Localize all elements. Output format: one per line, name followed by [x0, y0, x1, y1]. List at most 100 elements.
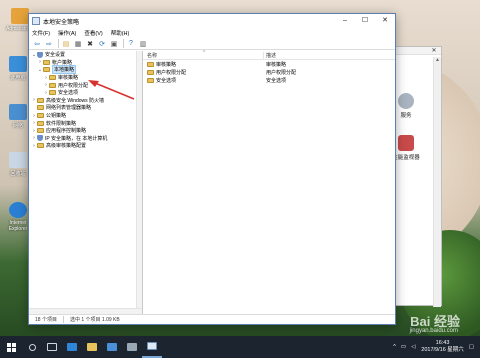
watermark-url: jingyan.baidu.com [409, 328, 458, 334]
tree-item-label: 安全设置 [45, 52, 66, 59]
taskbar-edge-button[interactable] [62, 336, 82, 358]
properties-icon[interactable]: ▦ [73, 39, 83, 49]
refresh-icon[interactable]: ⟳ [97, 39, 107, 49]
taskbar-admin-tools-button[interactable] [122, 336, 142, 358]
export-icon[interactable]: ▣ [109, 39, 119, 49]
taskbar-task-view-button[interactable] [42, 336, 62, 358]
folder-icon [147, 77, 154, 83]
menubar: 文件(F) 操作(A) 查看(V) 帮助(H) [29, 28, 395, 38]
tree-item-label: IP 安全策略，在 本地计算机 [45, 135, 108, 142]
clock-date: 2017/9/16 星期六 [421, 347, 464, 353]
tree-item-software-restriction[interactable]: › 软件限制策略 [29, 119, 142, 127]
folder-icon [37, 105, 44, 111]
taskbar-clock[interactable]: 16:43 2017/9/16 星期六 [421, 340, 464, 354]
menu-help[interactable]: 帮助(H) [111, 29, 130, 37]
file-explorer-icon [87, 343, 97, 351]
list-row[interactable]: 安全选项 安全选项 [143, 76, 395, 84]
local-security-policy-window[interactable]: 本地安全策略 – ☐ ✕ 文件(F) 操作(A) 查看(V) 帮助(H) ⇦ ⇨… [28, 13, 396, 325]
list-row[interactable]: 审核策略 审核策略 [143, 60, 395, 68]
tree-item-advanced-audit[interactable]: › 高级审核策略配置 [29, 142, 142, 150]
back-arrow-icon[interactable]: ⇦ [32, 39, 42, 49]
background-window-scrollbar[interactable]: ▲ [433, 57, 441, 307]
maximize-button[interactable]: ☐ [355, 14, 375, 28]
services-gear-icon [398, 93, 414, 109]
status-item-count: 18 个项目 [35, 317, 57, 323]
tree-item-public-key[interactable]: › 公钥策略 [29, 112, 142, 120]
list-row-name: 审核策略 [156, 61, 177, 68]
details-list[interactable]: 名称 描述 ^ 审核策略 审核策略 用户权限分配 用户权限分配 安全选项 安全选… [143, 50, 395, 314]
menu-view[interactable]: 查看(V) [84, 29, 102, 37]
store-icon [107, 343, 117, 351]
folder-icon [37, 143, 44, 149]
folder-icon [37, 128, 44, 134]
tree-item-account-policies[interactable]: › 帐户策略 [29, 59, 142, 67]
admin-tools-icon [127, 343, 137, 351]
tree-item-security-settings[interactable]: ⌄ 安全设置 [29, 51, 142, 59]
start-button[interactable] [0, 336, 22, 358]
volume-tray-icon[interactable]: ◁ [411, 344, 415, 350]
sort-indicator-icon: ^ [203, 50, 206, 56]
tree-item-firewall[interactable]: › 高级安全 Windows 防火墙 [29, 97, 142, 105]
titlebar[interactable]: 本地安全策略 – ☐ ✕ [29, 14, 395, 28]
tree-item-network-list[interactable]: 网络列表管理器策略 [29, 104, 142, 112]
minimize-button[interactable]: – [335, 14, 355, 28]
forward-arrow-icon[interactable]: ⇨ [44, 39, 54, 49]
folder-icon [147, 69, 154, 75]
window-title: 本地安全策略 [43, 19, 80, 26]
delete-icon[interactable]: ✖ [85, 39, 95, 49]
clock-time: 16:43 [435, 340, 450, 346]
tree-item-label: 用户权限分配 [58, 82, 89, 89]
status-selection: 选中 1 个项目 1.09 KB [69, 317, 120, 323]
tree-item-security-options[interactable]: › 安全选项 [29, 89, 142, 97]
app-icon [32, 17, 40, 25]
close-icon[interactable]: ✕ [427, 47, 441, 55]
folder-open-icon [43, 67, 50, 73]
tree-item-user-rights[interactable]: › 用户权限分配 [29, 81, 142, 89]
list-row-name: 用户权限分配 [156, 69, 187, 76]
taskbar-explorer-button[interactable] [82, 336, 102, 358]
tree-item-ip-security[interactable]: › IP 安全策略，在 本地计算机 [29, 135, 142, 143]
tree-item-label: 审核策略 [58, 75, 79, 82]
folder-icon [37, 120, 44, 126]
tree-item-app-control[interactable]: › 应用程序控制策略 [29, 127, 142, 135]
windows-logo-icon [6, 342, 16, 352]
status-separator [62, 316, 64, 323]
taskbar-search-button[interactable] [22, 336, 42, 358]
folder-icon [49, 82, 56, 88]
close-button[interactable]: ✕ [375, 14, 395, 28]
statusbar: 18 个项目 选中 1 个项目 1.09 KB [29, 314, 395, 324]
system-tray: ^ ▭ ◁ 16:43 2017/9/16 星期六 ▢ [393, 336, 474, 358]
shield-icon [37, 51, 43, 58]
task-view-icon [47, 343, 57, 351]
tree-vertical-scrollbar[interactable] [136, 51, 142, 314]
up-folder-icon[interactable]: ▤ [61, 39, 71, 49]
tree-item-local-policies[interactable]: ⌄ 本地策略 [29, 65, 142, 75]
panes: ⌄ 安全设置 › 帐户策略 ⌄ 本地策略 › 审核策略 › 用户权限分配 › 安… [29, 50, 395, 314]
list-row-description: 审核策略 [266, 61, 287, 68]
computer-icon [9, 56, 27, 72]
list-header: 名称 描述 ^ [143, 50, 395, 60]
folder-icon [147, 61, 154, 67]
list-row[interactable]: 用户权限分配 用户权限分配 [143, 68, 395, 76]
toolbar: ⇦ ⇨ ▤ ▦ ✖ ⟳ ▣ ? ▥ [29, 38, 395, 50]
network-tray-icon[interactable]: ▭ [401, 344, 406, 350]
navigation-tree[interactable]: ⌄ 安全设置 › 帐户策略 ⌄ 本地策略 › 审核策略 › 用户权限分配 › 安… [29, 51, 143, 314]
user-folder-icon [11, 8, 29, 24]
tray-chevron-icon[interactable]: ^ [393, 344, 396, 350]
tree-item-label: 网络列表管理器策略 [46, 105, 92, 112]
ip-security-icon [37, 135, 43, 142]
menu-action[interactable]: 操作(A) [58, 29, 76, 37]
toolbar-separator [123, 39, 124, 48]
taskbar-security-policy-button[interactable] [142, 336, 162, 358]
taskbar-store-button[interactable] [102, 336, 122, 358]
list-row-description: 安全选项 [266, 77, 287, 84]
column-header-description[interactable]: 描述 [263, 51, 395, 59]
help-icon[interactable]: ? [126, 39, 136, 49]
folder-icon [49, 90, 56, 96]
notification-icon[interactable]: ▢ [469, 344, 474, 350]
menu-file[interactable]: 文件(F) [32, 29, 50, 37]
tree-item-label: 公钥策略 [46, 113, 67, 120]
scroll-up-icon[interactable]: ▲ [434, 57, 441, 63]
console-icon[interactable]: ▥ [138, 39, 148, 49]
tree-item-audit-policy[interactable]: › 审核策略 [29, 74, 142, 82]
